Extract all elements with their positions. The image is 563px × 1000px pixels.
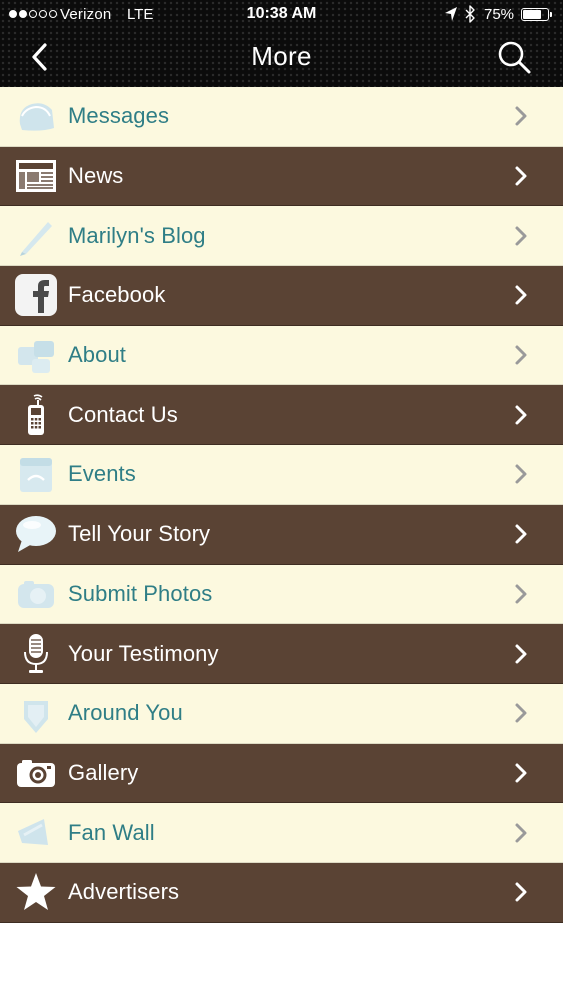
battery-fill	[523, 10, 541, 19]
battery-icon	[521, 8, 552, 21]
navigation-bar: More	[0, 30, 563, 87]
calendar-icon	[20, 458, 52, 493]
menu-item-submit-photos[interactable]: Submit Photos	[0, 564, 563, 625]
mobile-phone-icon	[28, 394, 44, 435]
menu-item-label: Tell Your Story	[68, 521, 211, 547]
menu-item-events[interactable]: Events	[0, 445, 563, 505]
menu-item-your-testimony[interactable]: Your Testimony	[0, 624, 563, 684]
menu-item-messages[interactable]: Messages	[0, 87, 563, 147]
menu-item-advertisers[interactable]: Advertisers	[0, 862, 563, 923]
menu-item-about[interactable]: About	[0, 325, 563, 386]
messages-icon	[19, 103, 54, 132]
menu-item-facebook[interactable]: Facebook	[0, 266, 563, 326]
menu-item-news[interactable]: News	[0, 146, 563, 207]
menu-item-tell-your-story[interactable]: Tell Your Story	[0, 504, 563, 565]
menu-item-marilyns-blog[interactable]: Marilyn's Blog	[0, 206, 563, 267]
menu-item-label: Messages	[68, 103, 170, 129]
chevron-right-icon	[515, 166, 527, 186]
pen-icon	[20, 221, 52, 256]
microphone-icon	[24, 633, 48, 673]
search-icon[interactable]	[495, 38, 533, 76]
menu-item-label: Gallery	[68, 759, 139, 785]
menu-item-label: Contact Us	[68, 401, 178, 427]
menu-item-contact-us[interactable]: Contact Us	[0, 385, 563, 446]
chevron-right-icon	[515, 584, 527, 604]
battery-percent: 75%	[484, 6, 515, 23]
menu-item-label: Submit Photos	[68, 580, 213, 606]
chevron-right-icon	[515, 106, 527, 126]
status-time: 10:38 AM	[246, 5, 317, 22]
menu-item-label: Your Testimony	[68, 640, 219, 666]
status-bar: Verizon LTE 10:38 AM 75%	[0, 0, 563, 30]
menu-item-label: Marilyn's Blog	[68, 222, 206, 248]
chevron-right-icon	[515, 226, 527, 246]
top-bar: Verizon LTE 10:38 AM 75% More	[0, 0, 563, 87]
menu-item-label: Events	[68, 461, 136, 487]
map-pin-icon	[24, 701, 48, 734]
chevron-right-icon	[515, 703, 527, 723]
menu-item-label: About	[68, 342, 126, 368]
chevron-right-icon	[515, 285, 527, 305]
menu-item-label: Around You	[68, 700, 183, 726]
megaphone-icon	[18, 818, 48, 845]
about-icon	[18, 341, 54, 374]
page-title: More	[251, 41, 312, 71]
more-menu-list: Messages News Marilyn's Blog Facebook Ab…	[0, 87, 563, 923]
chevron-right-icon	[515, 464, 527, 484]
location-arrow-icon	[445, 7, 457, 21]
chevron-right-icon	[515, 524, 527, 544]
app-screen: Verizon LTE 10:38 AM 75% More Messages N…	[0, 0, 563, 1000]
facebook-icon	[15, 274, 57, 317]
chevron-right-icon	[515, 345, 527, 365]
newspaper-icon	[16, 160, 56, 193]
bluetooth-icon	[465, 5, 475, 23]
photo-upload-icon	[18, 580, 54, 608]
chevron-right-icon	[515, 405, 527, 425]
chevron-right-icon	[515, 763, 527, 783]
star-icon	[16, 873, 56, 911]
speech-bubble-icon	[16, 516, 56, 553]
menu-item-around-you[interactable]: Around You	[0, 683, 563, 744]
chevron-right-icon	[515, 823, 527, 843]
menu-item-gallery[interactable]: Gallery	[0, 743, 563, 804]
menu-item-label: Advertisers	[68, 879, 180, 905]
camera-icon	[17, 759, 55, 787]
chevron-right-icon	[515, 644, 527, 664]
menu-item-label: Fan Wall	[68, 819, 155, 845]
menu-item-fan-wall[interactable]: Fan Wall	[0, 803, 563, 863]
menu-item-label: News	[68, 163, 124, 189]
menu-item-label: Facebook	[68, 282, 166, 308]
chevron-right-icon	[515, 882, 527, 902]
